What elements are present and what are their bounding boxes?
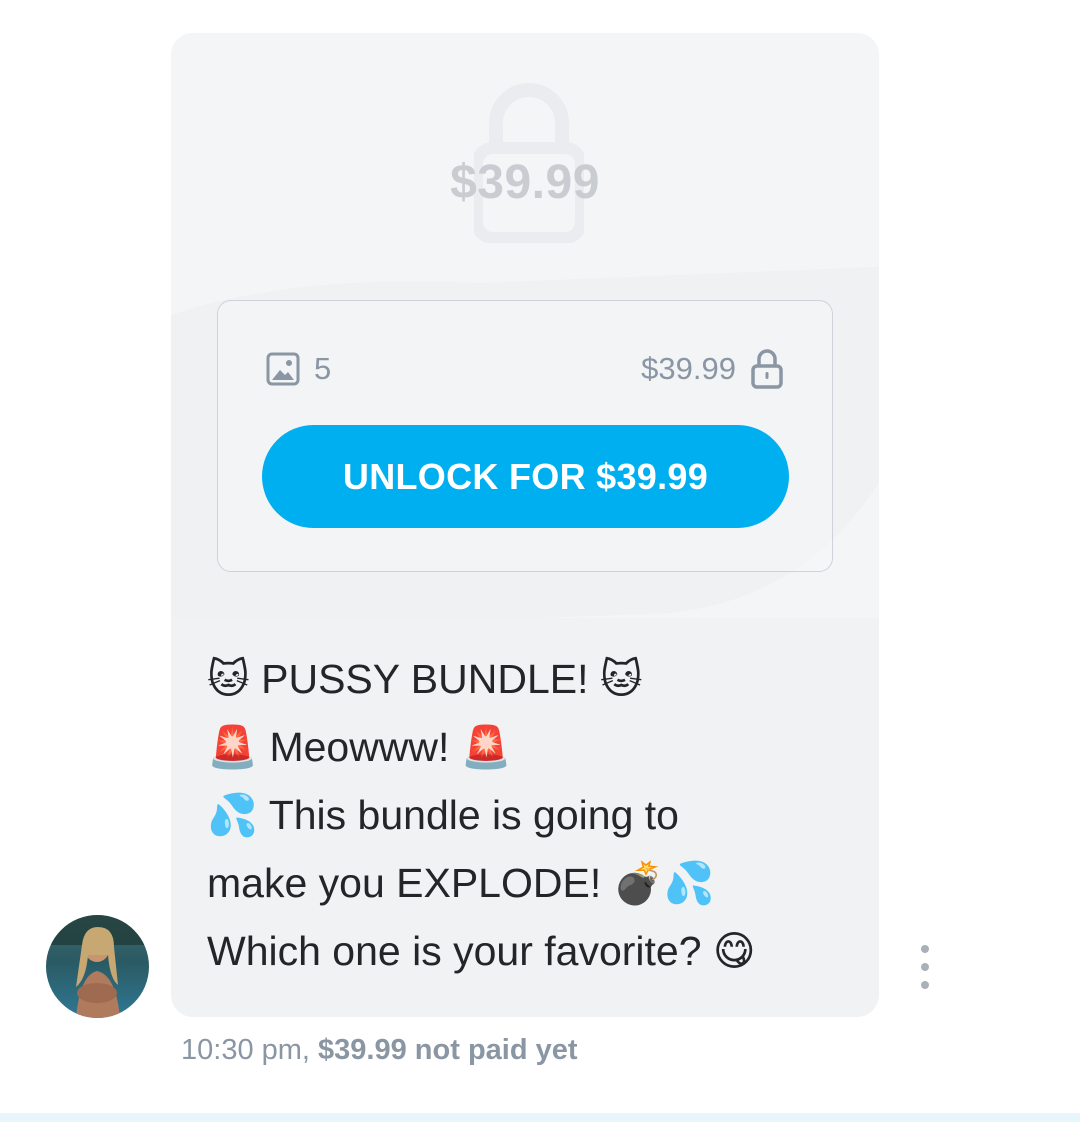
more-options-icon[interactable] xyxy=(910,945,940,989)
media-count-value: 5 xyxy=(314,351,332,386)
locked-media-preview: $39.99 5 $39.99 UNLOCK FOR $39.99 xyxy=(171,33,879,618)
image-icon xyxy=(266,352,300,386)
message-time: 10:30 pm, xyxy=(181,1034,310,1066)
chat-screen: $39.99 5 $39.99 UNLOCK FOR $39.99 🐱 PUSS… xyxy=(0,0,1080,1122)
avatar-image xyxy=(46,915,149,1018)
avatar[interactable] xyxy=(46,915,149,1018)
bottom-edge xyxy=(0,1113,1080,1122)
preview-price: $39.99 xyxy=(450,156,600,209)
unlock-button[interactable]: UNLOCK FOR $39.99 xyxy=(262,425,789,528)
card-price-value: $39.99 xyxy=(641,351,736,386)
message-line: 💦 This bundle is going to xyxy=(207,792,679,838)
message-text: 🐱 PUSSY BUNDLE! 🐱 🚨 Meowww! 🚨 💦 This bun… xyxy=(207,645,857,985)
unlock-card: 5 $39.99 UNLOCK FOR $39.99 xyxy=(217,300,833,572)
message-line: 🐱 PUSSY BUNDLE! 🐱 xyxy=(207,656,643,702)
message-bubble: $39.99 5 $39.99 UNLOCK FOR $39.99 🐱 PUSS… xyxy=(171,33,879,1017)
payment-status: $39.99 not paid yet xyxy=(318,1034,578,1066)
media-count: 5 xyxy=(266,349,331,389)
message-line: 🚨 Meowww! 🚨 xyxy=(207,724,512,770)
message-line: Which one is your favorite? 😋 xyxy=(207,928,756,974)
message-meta: 10:30 pm, $39.99 not paid yet xyxy=(181,1034,578,1067)
message-line: make you EXPLODE! 💣💦 xyxy=(207,860,715,906)
card-price: $39.99 xyxy=(641,347,784,391)
lock-icon xyxy=(751,349,783,389)
